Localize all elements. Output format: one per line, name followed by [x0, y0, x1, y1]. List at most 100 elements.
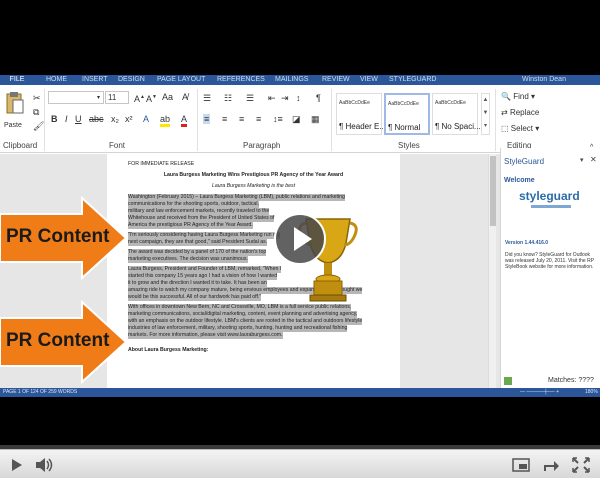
ribbon: Paste ✂ ⧉ 🖌 Clipboard ▾ 11 A▲ A▼ Aa A̸ B… [0, 85, 600, 153]
pane-title: StyleGuard [504, 157, 545, 166]
line-spacing-icon[interactable]: ↕≡ [273, 114, 283, 124]
styles-scroll[interactable]: ▲ ▼ ▾ [481, 93, 490, 135]
tab-view[interactable]: VIEW [360, 76, 378, 84]
pr-content-label-2: PR Content [6, 330, 110, 351]
subscript-icon[interactable]: x₂ [111, 114, 119, 124]
text-effects-icon[interactable]: A [143, 114, 149, 124]
clear-formatting-icon[interactable]: A̸ [182, 92, 188, 102]
decrease-indent-icon[interactable]: ⇤ [268, 93, 276, 103]
copy-icon[interactable]: ⧉ [33, 107, 39, 117]
bold-icon[interactable]: B [51, 114, 58, 124]
highlight-icon[interactable]: ab [160, 114, 171, 127]
subhead: Laura Burgess Marketing is the best [211, 183, 296, 189]
status-bar: PAGE 1 OF 1 24 OF 259 WORDS — ─────┼── +… [0, 388, 600, 397]
font-size-dropdown[interactable]: 11 [105, 91, 129, 104]
superscript-icon[interactable]: x² [125, 114, 133, 124]
logo-underline [531, 205, 571, 208]
increase-indent-icon[interactable]: ⇥ [281, 93, 289, 103]
cut-icon[interactable]: ✂ [33, 93, 41, 103]
paste-button[interactable]: Paste [4, 91, 26, 131]
body-line: it to grow and the direction I wanted it… [128, 280, 267, 287]
body-line: with an emphasis on the outdoor lifestyl… [128, 318, 363, 325]
user-name[interactable]: Winston Dean [522, 76, 566, 84]
styleguard-logo: styleguard [519, 189, 580, 203]
play-button[interactable] [5, 455, 27, 475]
format-painter-icon[interactable]: 🖌 [33, 121, 44, 131]
italic-icon[interactable]: I [65, 114, 68, 124]
shrink-font-icon[interactable]: A▼ [146, 92, 157, 104]
status-icon [504, 377, 512, 385]
zoom-level[interactable]: 180% [585, 389, 598, 395]
shading-icon[interactable]: ◪ [292, 114, 301, 124]
tab-references[interactable]: REFERENCES [217, 76, 265, 84]
font-name-dropdown[interactable] [48, 91, 104, 104]
styleguard-pane: StyleGuard ▾ ✕ Welcome styleguard Versio… [500, 148, 600, 389]
body-line: markets. For more information, please vi… [128, 332, 283, 339]
paste-icon [6, 92, 24, 114]
miniplayer-button[interactable] [510, 455, 532, 475]
video-play-button[interactable] [274, 213, 326, 265]
align-center-icon[interactable]: ≡ [222, 114, 227, 124]
tab-page-layout[interactable]: PAGE LAYOUT [157, 76, 205, 84]
body-line: next campaign, they are that good," said… [128, 239, 268, 246]
group-divider [495, 89, 496, 151]
miniplayer-icon [512, 458, 530, 472]
tab-home[interactable]: HOME [46, 76, 67, 84]
tab-styleguard[interactable]: STYLEGUARD [389, 76, 436, 84]
tab-design[interactable]: DESIGN [118, 76, 145, 84]
style-normal[interactable]: AaBbCcDdEe ¶ Normal [384, 93, 430, 135]
page-count[interactable]: PAGE 1 OF 1 [3, 389, 33, 395]
body-line: Whitehouse and received from the Preside… [128, 215, 275, 222]
sort-icon[interactable]: ↕ [296, 93, 301, 103]
borders-icon[interactable]: ▦ [311, 114, 320, 124]
body-line: would be this successful. All of our har… [128, 294, 262, 301]
word-count[interactable]: 24 OF 259 WORDS [33, 389, 77, 395]
replace-icon: ⇄ [501, 108, 508, 117]
tab-review[interactable]: REVIEW [322, 76, 350, 84]
numbering-icon[interactable]: ☷ [224, 93, 232, 103]
vertical-scrollbar[interactable] [488, 154, 496, 389]
body-line: With offices in downtown New Bern, NC an… [128, 304, 352, 311]
style-sample: AaBbCcDdEe [339, 100, 370, 106]
style-header[interactable]: AaBbCcDdEe ¶ Header E... [336, 93, 386, 135]
show-marks-icon[interactable]: ¶ [316, 93, 321, 103]
tab-file[interactable]: FILE [0, 75, 34, 85]
paragraph-group-label: Paragraph [243, 141, 281, 150]
find-button[interactable]: 🔍 Find ▾ [501, 92, 535, 102]
replace-button[interactable]: ⇄ Replace [501, 108, 539, 118]
bullets-icon[interactable]: ☰ [203, 93, 211, 103]
multilevel-list-icon[interactable]: ☰ [246, 93, 254, 103]
volume-icon [36, 458, 53, 472]
select-button[interactable]: ⬚ Select ▾ [501, 124, 539, 134]
justify-icon[interactable]: ≡ [256, 114, 261, 124]
tab-mailings[interactable]: MAILINGS [275, 76, 308, 84]
style-sample: AaBbCcDdEe [435, 100, 466, 106]
style-no-spacing[interactable]: AaBbCcDdEe ¶ No Spaci... [432, 93, 481, 135]
font-color-icon[interactable]: A [181, 114, 188, 127]
strikethrough-icon[interactable]: abc [89, 114, 104, 124]
group-divider [331, 89, 332, 151]
ribbon-tab-bar: FILE HOME INSERT DESIGN PAGE LAYOUT REFE… [0, 75, 600, 85]
font-group-label: Font [109, 141, 126, 150]
pane-options-icon[interactable]: ▾ [580, 156, 584, 164]
scrollbar-thumb[interactable] [490, 156, 496, 226]
about-heading: About Laura Burgess Marketing: [128, 347, 209, 353]
change-case-icon[interactable]: Aa [162, 92, 173, 102]
share-button[interactable] [540, 455, 562, 475]
grow-font-icon[interactable]: A▲ [134, 92, 145, 104]
underline-icon[interactable]: U [75, 114, 82, 124]
body-line: military and law enforcement markets, re… [128, 208, 270, 215]
volume-button[interactable] [33, 455, 55, 475]
welcome-heading: Welcome [504, 177, 535, 184]
body-line: Laura Burgess, President and Founder of … [128, 266, 282, 273]
fullscreen-button[interactable] [570, 455, 592, 475]
tab-insert[interactable]: INSERT [82, 76, 108, 84]
align-left-icon[interactable]: ≡ [203, 114, 211, 124]
body-line: The award was decided by a panel of 170 … [128, 249, 267, 256]
video-player: FILE HOME INSERT DESIGN PAGE LAYOUT REFE… [0, 0, 600, 478]
group-divider [197, 89, 198, 151]
chevron-down-icon: ▾ [97, 95, 101, 101]
align-right-icon[interactable]: ≡ [239, 114, 244, 124]
close-icon[interactable]: ✕ [590, 155, 597, 164]
zoom-slider[interactable]: — ─────┼── + [520, 389, 559, 395]
